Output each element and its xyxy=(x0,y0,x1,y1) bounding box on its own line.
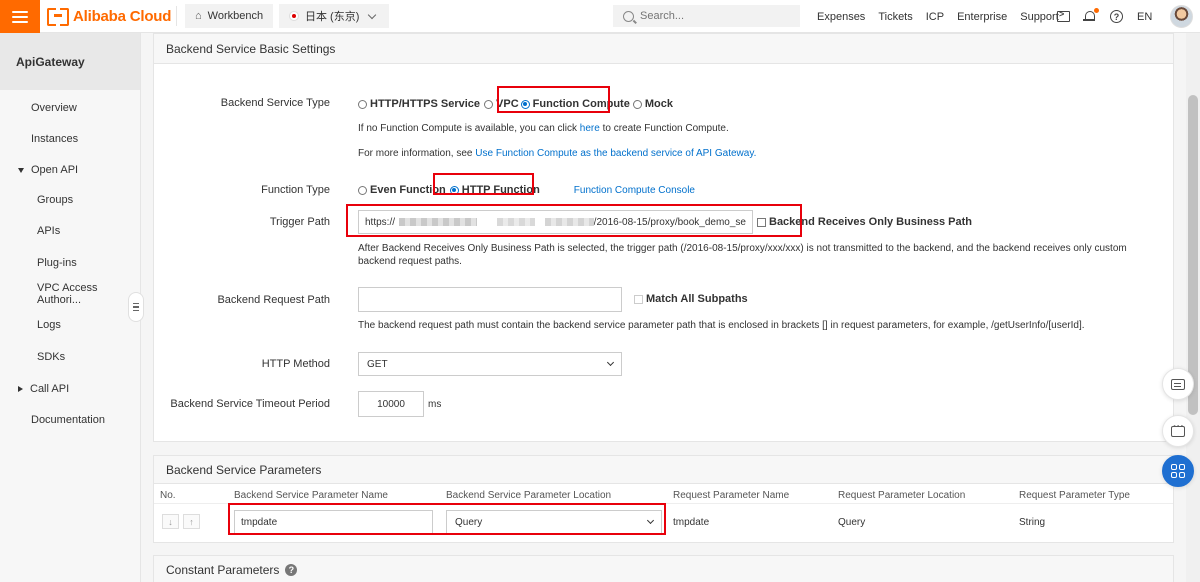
radio-http-service[interactable]: HTTP/HTTPS Service xyxy=(358,98,480,110)
request-path-input[interactable] xyxy=(358,287,622,312)
table-row: ↓ ↑ tmpdate Query tmpdate Query String xyxy=(154,504,1173,542)
trigger-path-label: Trigger Path xyxy=(269,216,330,228)
chevron-down-icon xyxy=(606,358,615,367)
redacted-text xyxy=(399,218,477,226)
help-icon[interactable]: ? xyxy=(1110,10,1123,23)
more-info: For more information, see Use Function C… xyxy=(358,148,757,159)
request-path-note: The backend request path must contain th… xyxy=(358,320,1085,331)
timeout-label: Backend Service Timeout Period xyxy=(170,398,330,410)
panel-title: Constant Parameters ? xyxy=(154,556,1173,582)
constant-params-panel: Constant Parameters ? xyxy=(153,555,1174,582)
timeout-unit: ms xyxy=(428,399,442,410)
support-link[interactable]: Support xyxy=(1020,11,1059,23)
move-up-button[interactable]: ↑ xyxy=(183,514,200,529)
business-path-checkbox[interactable]: Backend Receives Only Business Path xyxy=(757,216,972,228)
sidebar-item-apis[interactable]: APIs xyxy=(0,220,140,242)
sidebar-item-groups[interactable]: Groups xyxy=(0,189,140,211)
http-method-select[interactable]: GET xyxy=(358,352,622,376)
language-switch[interactable]: EN xyxy=(1137,11,1152,23)
workbench-button[interactable]: ⌂ Workbench xyxy=(185,4,274,28)
panel-title: Backend Service Parameters xyxy=(154,456,1173,484)
notification-dot xyxy=(1094,8,1099,13)
expenses-link[interactable]: Expenses xyxy=(817,11,865,23)
move-down-button[interactable]: ↓ xyxy=(162,514,179,529)
sidebar-item-plugins[interactable]: Plug-ins xyxy=(0,252,140,274)
logo-icon xyxy=(47,8,69,26)
sidebar-item-sdks[interactable]: SDKs xyxy=(0,346,140,368)
radio-function-compute[interactable]: Function Compute xyxy=(520,98,630,110)
backend-params-panel: Backend Service Parameters No. Backend S… xyxy=(153,455,1174,543)
sidebar-item-instances[interactable]: Instances xyxy=(0,128,140,150)
icp-link[interactable]: ICP xyxy=(926,11,944,23)
sidebar-group-call-api[interactable]: Call API xyxy=(0,378,140,400)
search-input[interactable] xyxy=(640,10,780,22)
terminal-icon[interactable] xyxy=(1057,9,1070,22)
main-content: Backend Service Basic Settings Backend S… xyxy=(141,33,1186,582)
service-type-label: Backend Service Type xyxy=(220,97,330,109)
request-path-label: Backend Request Path xyxy=(217,294,330,306)
menu-icon[interactable] xyxy=(0,0,40,33)
top-links: Expenses Tickets ICP Enterprise Support xyxy=(817,0,1059,33)
fc-console-link[interactable]: Function Compute Console xyxy=(574,185,695,196)
japan-flag-icon xyxy=(289,11,299,21)
sidebar-item-vpc-access[interactable]: VPC Access Authori... xyxy=(0,282,140,306)
function-type-label: Function Type xyxy=(261,184,330,196)
param-name-input[interactable]: tmpdate xyxy=(234,510,433,534)
redacted-text xyxy=(545,218,594,226)
http-method-label: HTTP Method xyxy=(261,358,330,370)
divider xyxy=(176,6,177,26)
help-icon[interactable]: ? xyxy=(285,563,298,576)
radio-vpc[interactable]: VPC xyxy=(484,98,519,110)
chevron-down-icon xyxy=(368,10,377,19)
feedback-icon xyxy=(1171,378,1185,390)
chat-button[interactable] xyxy=(1162,415,1194,447)
grid-icon xyxy=(1171,464,1185,478)
param-location-select[interactable]: Query xyxy=(446,510,662,534)
bell-icon[interactable] xyxy=(1083,8,1099,23)
create-fc-link[interactable]: here xyxy=(580,123,600,134)
avatar[interactable] xyxy=(1170,5,1193,28)
search-box[interactable] xyxy=(613,5,800,27)
redacted-text xyxy=(496,218,536,226)
trigger-path-input[interactable]: https:// /2016-08-15/proxy/book_demo_se xyxy=(358,210,753,234)
feedback-button[interactable] xyxy=(1162,368,1194,400)
match-subpaths-checkbox[interactable]: Match All Subpaths xyxy=(634,293,748,305)
tickets-link[interactable]: Tickets xyxy=(878,11,912,23)
apps-button[interactable] xyxy=(1162,455,1194,487)
top-bar: Alibaba Cloud ⌂ Workbench 日本 (东京) Expens… xyxy=(0,0,1200,33)
alibaba-cloud-logo[interactable]: Alibaba Cloud xyxy=(47,6,171,26)
docs-link[interactable]: Use Function Compute as the backend serv… xyxy=(475,148,756,159)
scrollbar-thumb[interactable] xyxy=(1188,95,1198,415)
caret-right-icon xyxy=(18,386,23,392)
fc-hint: If no Function Compute is available, you… xyxy=(358,123,729,134)
sidebar: ApiGateway Overview Instances Open API G… xyxy=(0,33,141,582)
service-type-radios: HTTP/HTTPS Service VPC Function Compute … xyxy=(358,98,673,110)
region-selector[interactable]: 日本 (东京) xyxy=(279,4,389,28)
radio-http-function[interactable]: HTTP Function xyxy=(449,184,540,196)
sidebar-title: ApiGateway xyxy=(0,33,140,90)
chat-icon xyxy=(1171,421,1185,437)
panel-title: Backend Service Basic Settings xyxy=(154,34,1173,64)
business-path-note: After Backend Receives Only Business Pat… xyxy=(358,243,1127,267)
caret-down-icon xyxy=(18,167,24,173)
search-icon xyxy=(623,10,634,22)
sidebar-item-logs[interactable]: Logs xyxy=(0,314,140,336)
enterprise-link[interactable]: Enterprise xyxy=(957,11,1007,23)
function-type-radios: Even Function HTTP Function Function Com… xyxy=(358,184,695,196)
sidebar-group-open-api[interactable]: Open API xyxy=(0,159,140,181)
sidebar-collapse-handle[interactable] xyxy=(128,292,144,322)
sidebar-item-documentation[interactable]: Documentation xyxy=(0,409,140,431)
basic-settings-panel: Backend Service Basic Settings Backend S… xyxy=(153,33,1174,442)
timeout-input[interactable]: 10000 xyxy=(358,391,424,417)
home-icon: ⌂ xyxy=(195,10,202,22)
radio-mock[interactable]: Mock xyxy=(632,98,673,110)
sidebar-item-overview[interactable]: Overview xyxy=(0,97,140,119)
top-icons: ? EN xyxy=(1057,0,1152,33)
radio-even-function[interactable]: Even Function xyxy=(358,184,446,196)
chevron-down-icon xyxy=(646,516,655,525)
table-header: No. Backend Service Parameter Name Backe… xyxy=(154,484,1173,504)
